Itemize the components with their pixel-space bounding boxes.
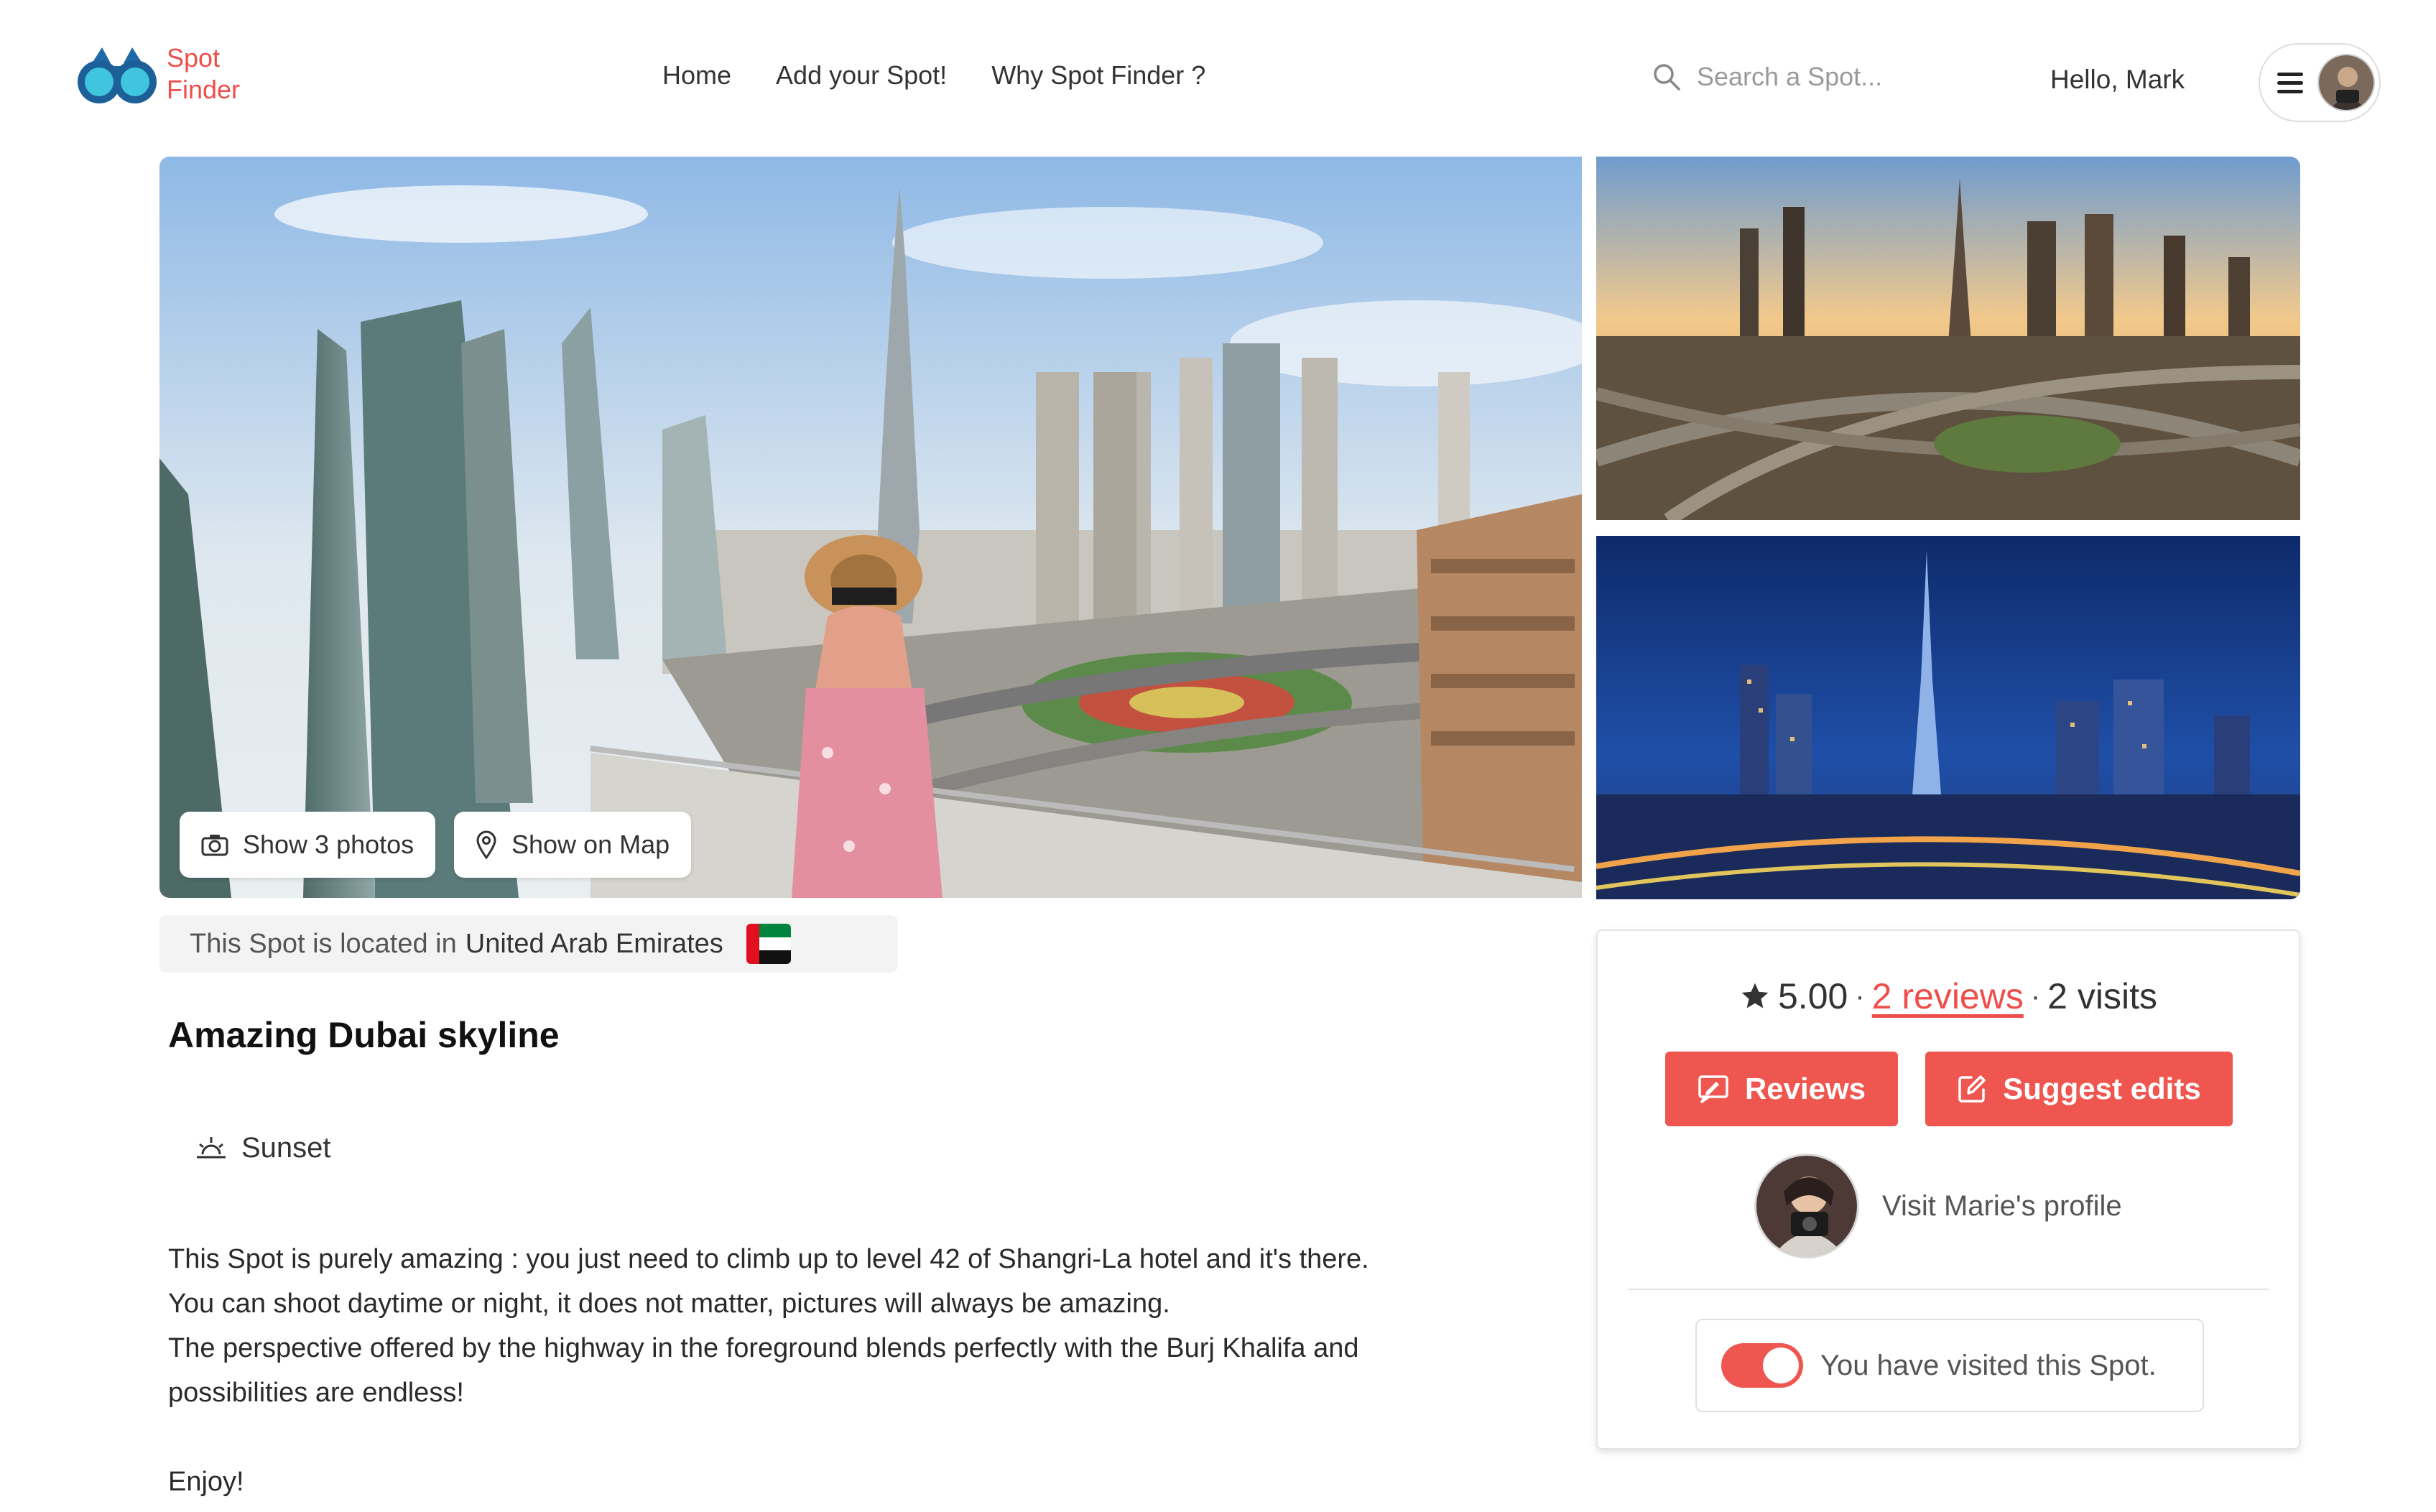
camera-icon (201, 835, 228, 856)
photo-dubai-skyline-night[interactable] (1596, 536, 2300, 899)
logo-word-finder: Finder (167, 75, 241, 104)
visited-box: You have visited this Spot. (1695, 1319, 2204, 1412)
user-menu-button[interactable] (2259, 43, 2381, 122)
main-nav: Home Add your Spot! Why Spot Finder ? (662, 60, 1205, 91)
card-divider (1628, 1289, 2269, 1290)
spot-stats: 5.00 · 2 reviews · 2 visits (1598, 975, 2299, 1017)
spot-finder-logo[interactable]: Spot Finder (76, 42, 240, 106)
author-profile-link[interactable]: Visit Marie's profile (1754, 1154, 2122, 1258)
hamburger-icon (2277, 72, 2303, 93)
location-prefix: This Spot is located in (190, 928, 457, 959)
location-banner: This Spot is located in United Arab Emir… (159, 915, 898, 973)
suggest-edits-label: Suggest edits (2003, 1072, 2201, 1105)
description-line: This Spot is purely amazing : you just n… (168, 1244, 1369, 1274)
user-avatar (2317, 54, 2375, 111)
visited-label: You have visited this Spot. (1820, 1349, 2157, 1381)
edit-icon (1958, 1075, 1986, 1103)
show-photos-button[interactable]: Show 3 photos (180, 812, 436, 878)
user-greeting: Hello, Mark (2050, 65, 2185, 94)
search-input[interactable] (1697, 62, 1934, 92)
spot-tag: Sunset (195, 1132, 331, 1164)
description-sign-off: Enjoy! (168, 1467, 244, 1497)
visited-toggle[interactable] (1721, 1343, 1803, 1388)
rating-value: 5.00 (1778, 976, 1848, 1016)
photo-dubai-interchange-sunset[interactable] (1596, 157, 2300, 520)
show-on-map-button[interactable]: Show on Map (454, 812, 692, 878)
main-photo-dubai-skyline[interactable] (159, 157, 1582, 898)
binoculars-icon (76, 42, 158, 106)
spot-tag-label: Sunset (241, 1132, 331, 1164)
nav-why-spot-finder[interactable]: Why Spot Finder ? (991, 60, 1205, 91)
review-icon (1698, 1075, 1728, 1103)
sunset-icon (197, 1136, 226, 1158)
logo-word-spot: Spot (167, 43, 221, 73)
author-avatar (1754, 1154, 1859, 1258)
reviews-link[interactable]: 2 reviews (1872, 975, 2024, 1017)
description-line: The perspective offered by the highway i… (168, 1333, 1359, 1363)
suggest-edits-button[interactable]: Suggest edits (1925, 1052, 2233, 1126)
reviews-button[interactable]: Reviews (1665, 1052, 1898, 1126)
location-country: United Arab Emirates (465, 928, 723, 959)
show-on-map-label: Show on Map (511, 830, 670, 859)
reviews-button-label: Reviews (1744, 1072, 1866, 1105)
author-profile-label: Visit Marie's profile (1882, 1189, 2122, 1222)
show-photos-label: Show 3 photos (243, 830, 415, 859)
nav-add-spot[interactable]: Add your Spot! (776, 60, 947, 91)
visits-count: 2 visits (2047, 976, 2157, 1016)
spot-description: This Spot is purely amazing : you just n… (168, 1237, 1576, 1504)
search-icon (1654, 64, 1680, 91)
nav-home[interactable]: Home (662, 60, 731, 91)
star-icon (1741, 983, 1769, 1008)
description-line: possibilities are endless! (168, 1378, 464, 1408)
description-line: You can shoot daytime or night, it does … (168, 1289, 1170, 1319)
spot-info-card: 5.00 · 2 reviews · 2 visits Reviews Sugg… (1596, 929, 2300, 1450)
search-bar[interactable] (1652, 62, 1934, 92)
map-pin-icon (476, 830, 496, 859)
uae-flag-icon (746, 924, 791, 964)
spot-title: Amazing Dubai skyline (168, 1015, 560, 1055)
